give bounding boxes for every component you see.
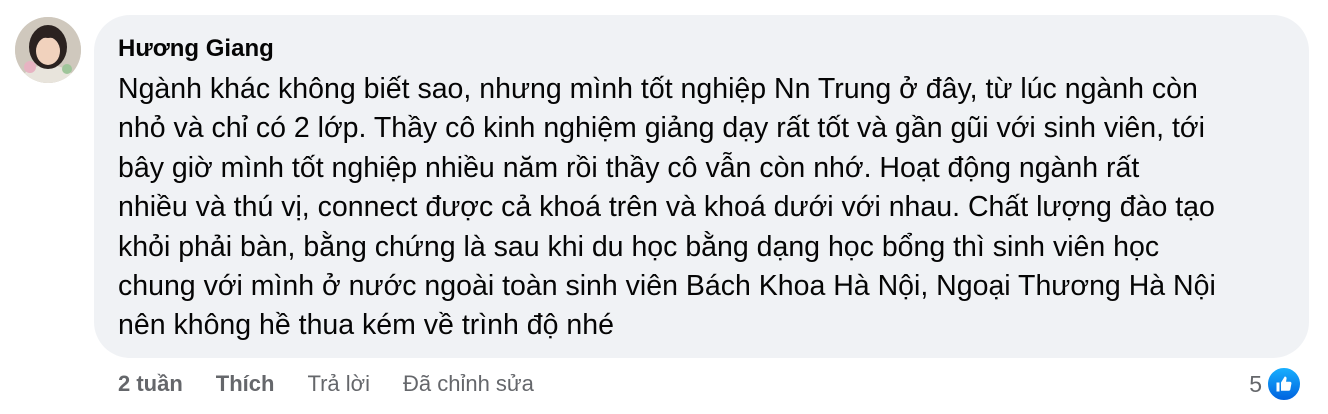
avatar[interactable] [15,17,81,83]
comment-timestamp[interactable]: 2 tuần [118,371,183,397]
reaction-summary[interactable]: 5 [1249,365,1302,403]
comment-text: Ngành khác không biết sao, nhưng mình tố… [118,73,1216,342]
avatar-photo [15,17,81,83]
reply-button[interactable]: Trả lời [307,371,370,397]
like-button[interactable]: Thích [216,371,275,397]
comment-actions: 2 tuần Thích Trả lời Đã chỉnh sửa [118,369,567,399]
comment-bubble: Hương Giang Ngành khác không biết sao, n… [94,15,1309,358]
reaction-count[interactable]: 5 [1249,371,1262,398]
comment-author[interactable]: Hương Giang [118,34,1285,64]
edited-label[interactable]: Đã chỉnh sửa [403,371,534,397]
like-icon [1266,366,1302,402]
